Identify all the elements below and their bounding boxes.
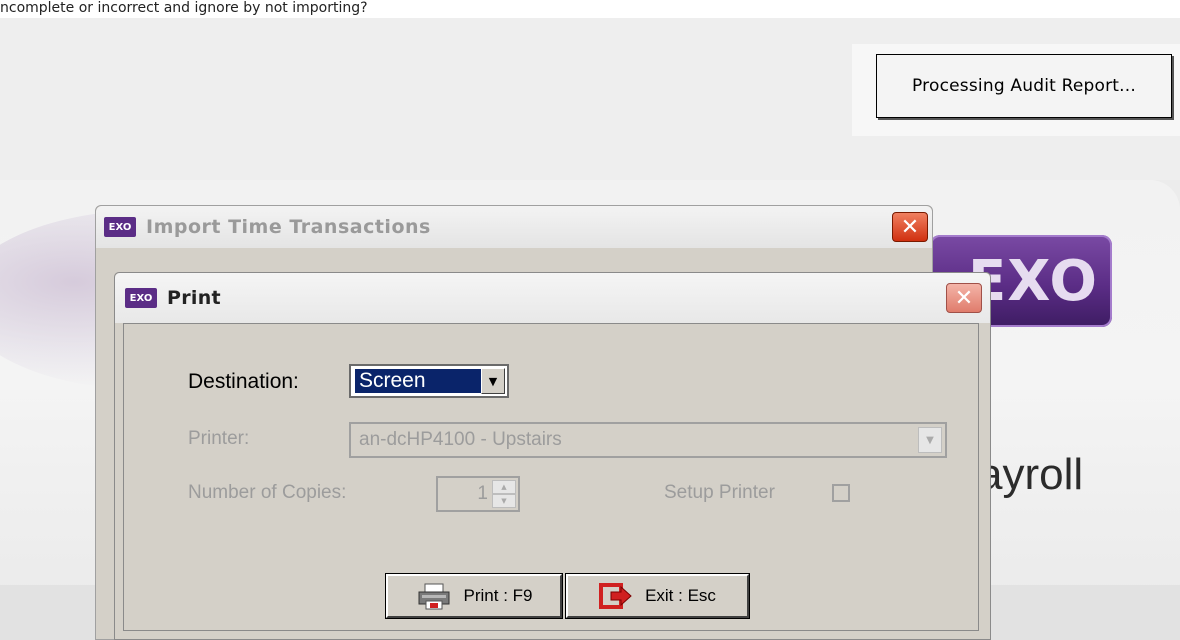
printer-label: Printer:: [188, 428, 250, 449]
printer-selected-value: an-dcHP4100 - Upstairs: [359, 429, 562, 450]
exit-button-label: Exit : Esc: [645, 586, 716, 605]
print-button-label: Print : F9: [463, 586, 533, 605]
copies-value[interactable]: 1: [438, 483, 494, 505]
setup-printer-checkbox[interactable]: [832, 484, 850, 502]
exit-icon: [599, 583, 632, 609]
dropdown-arrow-icon[interactable]: ▼: [481, 368, 505, 394]
printer-select[interactable]: an-dcHP4100 - Upstairs ▼: [349, 422, 947, 458]
stepper-down-icon[interactable]: ▼: [492, 494, 516, 508]
print-dialog-title: Print: [167, 287, 221, 309]
import-window-close-button[interactable]: ✕: [892, 212, 928, 242]
exit-button[interactable]: Exit : Esc: [565, 573, 750, 619]
printer-icon: [418, 583, 450, 610]
status-text: Processing Audit Report...: [912, 76, 1136, 96]
import-window-title: Import Time Transactions: [146, 216, 431, 238]
destination-selected-value[interactable]: Screen: [354, 368, 484, 394]
exo-app-icon: EXO: [125, 288, 157, 308]
close-icon: ✕: [900, 214, 920, 240]
print-dialog-titlebar[interactable]: EXO Print: [115, 273, 990, 323]
copies-label: Number of Copies:: [188, 482, 347, 503]
destination-label: Destination:: [188, 370, 299, 393]
status-popup: Processing Audit Report...: [852, 44, 1180, 136]
print-options-panel: Destination: Screen ▼ Printer: an-dcHP41…: [123, 323, 979, 631]
close-icon: ✕: [954, 285, 974, 311]
print-dialog-close-button[interactable]: ✕: [946, 283, 982, 313]
destination-select[interactable]: Screen ▼: [349, 364, 509, 398]
app-title: ayroll: [978, 450, 1084, 499]
import-window-titlebar[interactable]: EXO Import Time Transactions: [96, 206, 932, 248]
top-caption: ncomplete or incorrect and ignore by not…: [0, 0, 368, 16]
exo-app-icon: EXO: [104, 217, 136, 237]
stepper-buttons: ▲ ▼: [492, 480, 516, 508]
setup-printer-label: Setup Printer: [664, 482, 775, 503]
status-box: Processing Audit Report...: [876, 54, 1172, 118]
stepper-up-icon[interactable]: ▲: [492, 480, 516, 494]
dropdown-arrow-icon[interactable]: ▼: [918, 427, 942, 453]
print-button[interactable]: Print : F9: [385, 573, 563, 619]
copies-stepper[interactable]: 1 ▲ ▼: [436, 476, 520, 512]
print-dialog: EXO Print ✕ Destination: Screen ▼ Printe…: [114, 272, 991, 640]
